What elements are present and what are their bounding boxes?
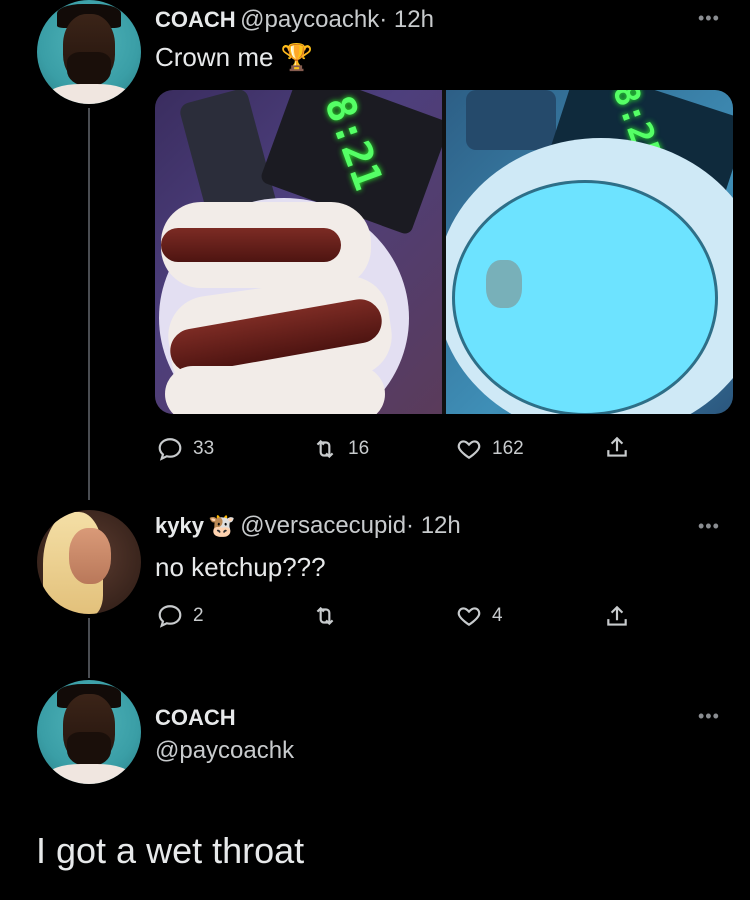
tweet-media[interactable]: 8:21 8:25 [155,90,733,414]
tweet-header: COACH @paycoachk· 12h [155,6,434,34]
more-options-button[interactable]: ••• [698,706,720,727]
tweet-text: no ketchup??? [155,552,326,582]
share-icon[interactable] [604,604,630,630]
more-options-button[interactable]: ••• [698,8,720,29]
like-count: 162 [492,438,524,459]
retweet-icon [316,606,334,626]
timestamp[interactable]: · 12h [406,512,461,539]
avatar-beard [67,52,111,86]
like-count: 4 [492,605,503,626]
retweet-button[interactable] [312,603,348,629]
user-handle[interactable]: @paycoachk [240,6,379,33]
tweet-header: kyky 🐮 @versacecupid· 12h [155,512,461,540]
avatar[interactable] [37,510,141,614]
reply-icon [158,605,182,628]
more-options-button[interactable]: ••• [698,516,720,537]
user-handle[interactable]: @paycoachk [155,737,294,765]
display-name[interactable]: kyky [155,513,204,538]
tweet-text: Crown me 🏆 [155,42,314,72]
reply-button[interactable]: 33 [157,436,214,462]
like-button[interactable]: 162 [456,436,524,462]
timestamp[interactable]: · 12h [379,6,434,33]
thread-line [88,108,90,500]
tweet-header: COACH @paycoachk [155,705,294,765]
avatar[interactable] [37,0,141,104]
media-image-hotdogs[interactable]: 8:21 [155,90,442,414]
retweet-count: 16 [348,438,370,459]
avatar[interactable] [37,680,141,784]
display-name[interactable]: COACH [155,7,236,32]
hotdog-sausage [161,228,341,262]
heart-icon [457,607,481,626]
display-name[interactable]: COACH [155,705,294,731]
avatar-shirt [47,84,131,104]
reply-button[interactable]: 2 [157,603,204,629]
share-icon[interactable] [604,435,630,461]
avatar-beard [67,732,111,766]
avatar-face [69,528,111,584]
heart-icon [457,440,481,459]
cow-emoji: 🐮 [208,513,236,538]
reply-count: 33 [193,438,215,459]
reply-count: 2 [193,605,204,626]
retweet-button[interactable]: 16 [312,436,369,462]
plate-stain [486,260,522,308]
thread-line [88,618,90,678]
reply-icon [158,438,182,461]
remote-control [466,90,556,150]
avatar-shirt [47,764,131,784]
media-image-empty-plate[interactable]: 8:25 [446,90,733,414]
user-handle[interactable]: @versacecupid [240,512,406,539]
like-button[interactable]: 4 [456,603,503,629]
hotdog-bun [165,366,385,414]
retweet-icon [316,439,334,459]
tweet-text-large: I got a wet throat [36,830,305,871]
